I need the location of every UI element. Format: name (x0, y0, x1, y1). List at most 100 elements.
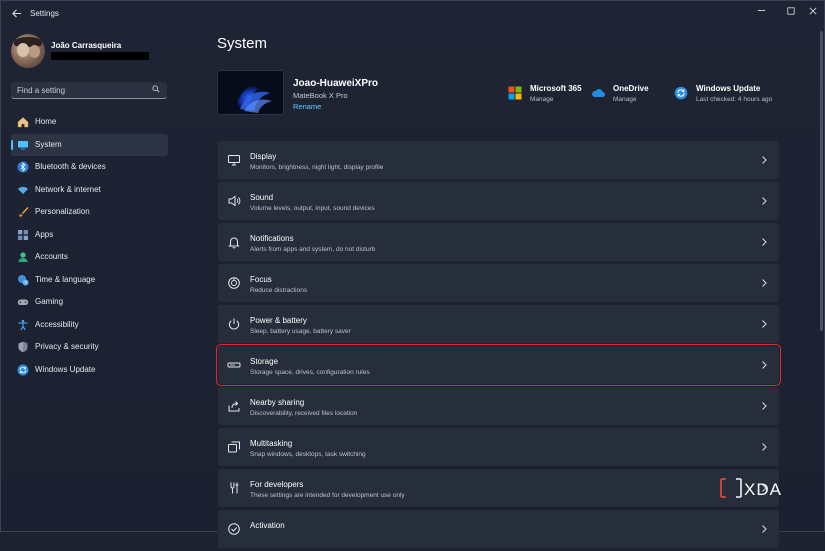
developer-tools-icon (230, 482, 239, 494)
app-title: Settings (30, 9, 59, 18)
quick-link-title: Windows Update (696, 84, 761, 93)
close-icon (809, 7, 817, 15)
windows-update-icon (674, 86, 688, 100)
settings-row-title: Power & battery (250, 316, 307, 325)
settings-row-display[interactable]: Display Monitors, brightness, night ligh… (218, 141, 779, 179)
device-name: Joao-HuaweiXPro (293, 78, 379, 89)
share-icon (228, 401, 240, 412)
settings-row-multitasking[interactable]: Multitasking Snap windows, desktops, tas… (218, 428, 779, 466)
sidebar-nav: Home System Bluetooth & devices Network … (11, 111, 168, 381)
xda-text: XDA (744, 480, 782, 499)
gamepad-icon (17, 299, 29, 305)
windows-update-link[interactable]: Windows Update Last checked: 4 hours ago (674, 84, 779, 108)
redacted-email (51, 52, 149, 60)
sidebar-item-label: Apps (35, 229, 54, 239)
settings-row-storage[interactable]: Storage Storage space, drives, configura… (216, 344, 781, 386)
search-input[interactable] (17, 84, 147, 96)
sidebar-item-bluetooth[interactable]: Bluetooth & devices (11, 156, 168, 179)
chevron-right-icon (762, 320, 767, 328)
device-wallpaper-thumbnail (217, 70, 284, 115)
multitasking-icon (228, 441, 240, 453)
avatar[interactable] (11, 34, 45, 68)
page-title: System (217, 35, 268, 52)
sidebar-item-label: Accessibility (35, 319, 79, 329)
sidebar-item-label: Network & internet (35, 184, 101, 194)
back-button[interactable] (9, 8, 23, 22)
quick-link-subtitle: Manage (613, 96, 637, 103)
rename-link[interactable]: Rename (293, 102, 321, 111)
back-arrow-icon (11, 9, 21, 18)
sidebar-item-windows-update[interactable]: Windows Update (11, 359, 168, 382)
sidebar-item-label: Gaming (35, 297, 64, 306)
xda-watermark: XDA (719, 477, 799, 499)
title-bar: Settings (1, 1, 825, 29)
bell-icon (228, 237, 240, 249)
onedrive-icon (592, 89, 605, 97)
settings-row-subtitle: Discoverability, received files location (250, 410, 358, 417)
sidebar-item-label: Privacy & security (35, 342, 99, 351)
sidebar-item-personalization[interactable]: Personalization (11, 201, 168, 224)
system-icon (18, 140, 28, 149)
minimize-icon (757, 10, 765, 11)
sidebar-item-label: Bluetooth & devices (35, 162, 106, 171)
onedrive-link[interactable]: OneDrive Manage (591, 84, 661, 108)
settings-row-subtitle: Reduce distractions (250, 287, 308, 294)
quick-link-title: Microsoft 365 (530, 84, 582, 93)
sidebar-item-accounts[interactable]: Accounts (11, 246, 168, 269)
shield-icon (18, 341, 28, 353)
sidebar-item-system[interactable]: System (11, 133, 168, 156)
scrollbar[interactable] (820, 31, 823, 331)
maximize-button[interactable] (780, 4, 802, 20)
settings-row-for-developers[interactable]: For developers These settings are intend… (218, 469, 779, 507)
settings-row-title: Activation (250, 521, 285, 530)
sidebar-item-label: Time & language (35, 274, 96, 284)
sidebar-item-accessibility[interactable]: Accessibility (11, 314, 168, 337)
user-name: João Carrasqueira (51, 41, 122, 50)
sidebar-item-label: Windows Update (35, 364, 96, 374)
device-model: MateBook X Pro (293, 91, 348, 100)
settings-row-focus[interactable]: Focus Reduce distractions (218, 264, 779, 302)
close-button[interactable] (802, 4, 824, 20)
quick-link-subtitle: Manage (530, 96, 554, 103)
speaker-icon (228, 195, 241, 207)
settings-row-title: Nearby sharing (250, 398, 305, 407)
settings-row-sound[interactable]: Sound Volume levels, output, input, soun… (218, 182, 779, 220)
quick-link-title: OneDrive (613, 84, 649, 93)
settings-row-activation[interactable]: Activation (218, 510, 779, 548)
chevron-right-icon (762, 443, 767, 451)
sidebar-item-time-language[interactable]: Time & language (11, 269, 168, 292)
sidebar-item-label: Home (35, 117, 57, 126)
settings-window: Settings João Carrasqueira Home System (0, 0, 825, 548)
search-icon[interactable] (151, 85, 161, 95)
chevron-right-icon (762, 197, 767, 205)
globe-clock-icon (18, 274, 29, 285)
settings-row-subtitle: Alerts from apps and system, do not dist… (250, 246, 376, 253)
sidebar-item-home[interactable]: Home (11, 111, 168, 134)
sidebar-item-gaming[interactable]: Gaming (11, 291, 168, 314)
settings-row-power-battery[interactable]: Power & battery Sleep, battery usage, ba… (218, 305, 779, 343)
settings-list: Display Monitors, brightness, night ligh… (216, 141, 781, 551)
chevron-right-icon (762, 156, 767, 164)
settings-row-title: Focus (250, 275, 272, 284)
settings-row-title: Display (250, 152, 277, 161)
settings-row-title: Sound (250, 193, 274, 202)
activation-icon (228, 523, 240, 535)
settings-row-notifications[interactable]: Notifications Alerts from apps and syste… (218, 223, 779, 261)
sidebar-item-apps[interactable]: Apps (11, 224, 168, 247)
storage-icon (227, 362, 241, 368)
sidebar-item-label: System (35, 139, 62, 149)
apps-icon (18, 229, 28, 240)
settings-row-title: Multitasking (250, 439, 293, 448)
settings-row-nearby-sharing[interactable]: Nearby sharing Discoverability, received… (218, 387, 779, 425)
microsoft-365-link[interactable]: Microsoft 365 Manage (508, 84, 588, 108)
sidebar-item-privacy-security[interactable]: Privacy & security (11, 336, 168, 359)
search-box[interactable] (11, 82, 167, 99)
sidebar-item-network[interactable]: Network & internet (11, 179, 168, 202)
settings-row-title: Notifications (250, 234, 294, 243)
settings-row-title: For developers (250, 480, 304, 489)
chevron-right-icon (762, 238, 767, 246)
home-icon (17, 117, 29, 128)
minimize-button[interactable] (750, 4, 772, 20)
chevron-right-icon (762, 279, 767, 287)
accessibility-icon (18, 319, 28, 330)
